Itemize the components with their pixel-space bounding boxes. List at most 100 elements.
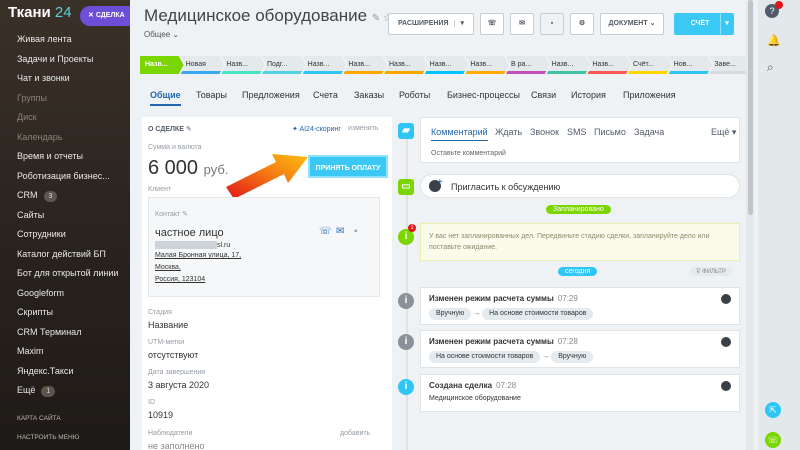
menu-item[interactable]: CRM 3 [0, 186, 130, 206]
activity-tab[interactable]: SMS [567, 127, 587, 137]
contact-name[interactable]: частное лицо [155, 227, 224, 239]
add-observer-link[interactable]: добавить [340, 430, 370, 437]
call-button[interactable]: ☏ [765, 432, 781, 448]
menu-item[interactable]: Скрипты [0, 303, 130, 323]
invoice-button[interactable]: СЧЁТ [674, 13, 726, 35]
tab[interactable]: Общие [150, 90, 181, 106]
stage-label: Назв... [307, 61, 330, 68]
filter-button[interactable]: ⊽ ФИЛЬТР [690, 267, 732, 276]
address-line-2[interactable]: Москва, [155, 264, 181, 271]
bell-icon[interactable]: 🔔 [767, 34, 781, 47]
tab[interactable]: Связи [531, 90, 556, 100]
activity-tab[interactable]: Задача [634, 127, 664, 137]
menu-item[interactable]: Живая лента [0, 30, 130, 50]
comment-input[interactable]: Оставьте комментарий [431, 150, 506, 157]
extensions-button[interactable]: РАСШИРЕНИЯ ▾ [388, 13, 474, 35]
stage-label: Назв... [470, 61, 492, 68]
invite-card[interactable]: + Пригласить к обсуждению [420, 174, 740, 198]
client-label: Клиент [148, 186, 172, 193]
menu-item[interactable]: Роботизация бизнес... [0, 167, 130, 187]
address-line-1[interactable]: Малая Бронная улица, 17, [155, 252, 241, 259]
menu-footer-link[interactable]: НАСТРОИТЬ МЕНЮ [0, 428, 130, 447]
menu-item[interactable]: Группы [0, 89, 130, 109]
more-tab[interactable]: Ещё ▾ [711, 127, 736, 138]
menu-item-label: Диск [17, 112, 37, 122]
menu-footer-link[interactable]: КАРТА САЙТА [0, 409, 130, 428]
tab[interactable]: Счета [313, 90, 338, 100]
menu-item[interactable]: Бот для открытой линии [0, 264, 130, 284]
edit-link[interactable]: изменить [348, 125, 378, 132]
stage-step[interactable]: Назв... [465, 56, 509, 74]
history-event: Изменен режим расчета суммы 07:28 На осно… [420, 330, 740, 368]
tab[interactable]: Предложения [242, 90, 300, 100]
menu-item[interactable]: Яндекс.Такси [0, 362, 130, 382]
stage-step[interactable]: Назв... [140, 56, 184, 74]
activity-tab[interactable]: Письмо [594, 127, 626, 137]
stage-step[interactable]: Назв... [547, 56, 591, 74]
tab[interactable]: Приложения [623, 90, 676, 100]
avatar [721, 381, 731, 391]
menu-footer-link[interactable]: ПРИГЛАСИТЬ СОТРУДНИКОВ [0, 447, 130, 450]
scoring-link[interactable]: ✦ AI24-скоринг [292, 125, 341, 133]
menu-item[interactable]: Диск [0, 108, 130, 128]
message-icon[interactable]: ▪ [354, 226, 358, 237]
tab[interactable]: История [571, 90, 606, 100]
menu-item-label: Скрипты [17, 307, 53, 317]
menu-item[interactable]: Сайты [0, 206, 130, 226]
mail-icon[interactable]: ✉ [510, 13, 534, 35]
stage-step[interactable]: Назв... [587, 56, 631, 74]
document-button[interactable]: ДОКУМЕНТ ⌄ [600, 13, 664, 35]
logo[interactable]: Ткани 24 [8, 4, 72, 21]
menu-item[interactable]: Чат и звонки [0, 69, 130, 89]
menu-item[interactable]: Каталог действий БП [0, 245, 130, 265]
pipeline-selector[interactable]: Общее ⌄ [144, 30, 179, 39]
activity-tab[interactable]: Звонок [530, 127, 559, 137]
menu-item-label: Ещё [17, 385, 36, 395]
activity-tab[interactable]: Комментарий [431, 127, 488, 141]
deal-pill[interactable]: ✕ СДЕЛКА [80, 6, 130, 26]
stage-step[interactable]: В ра... [506, 56, 550, 74]
stage-step[interactable]: Назв... [303, 56, 347, 74]
invoice-dropdown[interactable]: ▾ [720, 13, 734, 35]
stage-step[interactable]: Назв... [425, 56, 469, 74]
utm-value: отсутствуют [148, 350, 199, 360]
tab[interactable]: Товары [196, 90, 227, 100]
page-title: Медицинское оборудование ✎ ☆ [144, 6, 392, 25]
phone-icon[interactable]: ☏ [480, 13, 504, 35]
menu-item[interactable]: Maxim [0, 342, 130, 362]
chat-icon[interactable]: ▪ [540, 13, 564, 35]
menu-item-label: Время и отчеты [17, 151, 84, 161]
menu-badge: 3 [43, 191, 58, 202]
menu-item[interactable]: Ещё 1 [0, 381, 130, 401]
stage-step[interactable]: Нов... [669, 56, 713, 74]
tab[interactable]: Бизнес-процессы [447, 90, 520, 100]
stage-step[interactable]: Назв... [384, 56, 428, 74]
menu-item[interactable]: Задачи и Проекты [0, 50, 130, 70]
accept-payment-button[interactable]: ПРИНЯТЬ ОПЛАТУ [308, 155, 388, 178]
stage-label: Назв... [145, 61, 168, 68]
menu-item-label: Maxim [17, 346, 44, 356]
activity-editor: Комментарий Ждать Звонок SMS Письмо Задача Ещ… [420, 117, 740, 163]
address-line-3[interactable]: Россия, 123104 [155, 276, 205, 283]
email-icon[interactable]: ✉ [336, 226, 344, 237]
contact-email[interactable]: sl.ru [155, 241, 230, 249]
stage-step[interactable]: Назв... [343, 56, 387, 74]
stage-step[interactable]: Подг... [262, 56, 306, 74]
menu-item[interactable]: Googleform [0, 284, 130, 304]
stage-step[interactable]: Счёт... [628, 56, 672, 74]
scrollbar-thumb[interactable] [748, 0, 753, 215]
stage-step[interactable]: Новая [181, 56, 225, 74]
activity-tab[interactable]: Ждать [495, 127, 522, 137]
open-lines-icon[interactable]: ⇱ [765, 402, 781, 418]
search-icon[interactable]: ⌕ [767, 60, 774, 75]
menu-item[interactable]: Календарь [0, 128, 130, 148]
close-date-label: Дата завершения [148, 369, 206, 376]
menu-item[interactable]: Сотрудники [0, 225, 130, 245]
menu-item[interactable]: Время и отчеты [0, 147, 130, 167]
tab[interactable]: Роботы [399, 90, 430, 100]
stage-step[interactable]: Назв... [221, 56, 265, 74]
call-icon[interactable]: ☏ [319, 226, 332, 237]
tab[interactable]: Заказы [354, 90, 384, 100]
menu-item[interactable]: CRM Терминал [0, 323, 130, 343]
gear-icon[interactable]: ⚙ [570, 13, 594, 35]
